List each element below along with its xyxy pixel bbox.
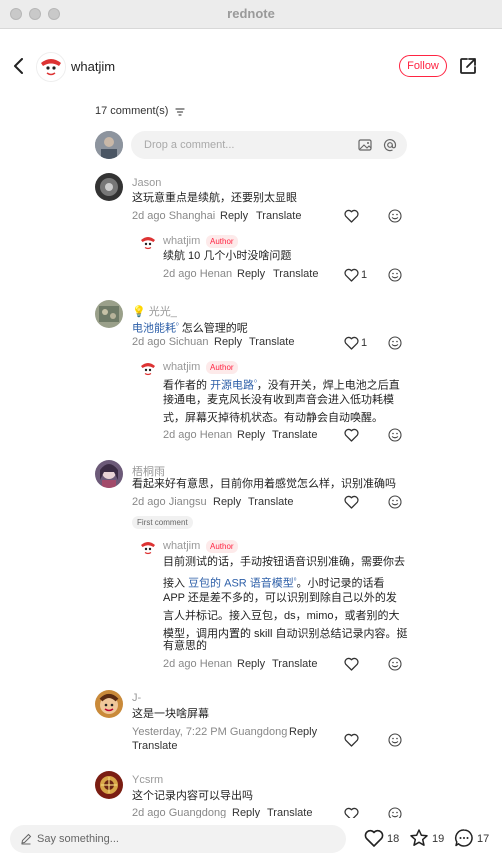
translate-button[interactable]: Translate (272, 429, 317, 441)
reply-meta: 2d ago Henan (163, 658, 233, 670)
like-count: 1 (361, 337, 368, 349)
reply-button[interactable]: Reply (220, 210, 248, 222)
comment-input[interactable]: Drop a comment... (131, 131, 407, 159)
comment-input-placeholder: Drop a comment... (144, 139, 235, 151)
window-titlebar: rednote (0, 0, 502, 29)
author-badge: Author (206, 540, 238, 553)
like-heart-icon[interactable] (344, 336, 359, 350)
image-icon[interactable] (358, 138, 372, 152)
commenter-name[interactable]: J- (132, 692, 141, 704)
author-name[interactable]: whatjim (71, 59, 115, 74)
comment-count-bottom: 17 (477, 833, 490, 845)
current-user-avatar (95, 131, 123, 159)
reply-text-line: APP 还是差不多的，可以识别到除自己以外的发 (163, 592, 397, 604)
reply-button[interactable]: Reply (213, 496, 241, 508)
reply-meta: 2d ago Henan (163, 268, 233, 280)
emoji-react-icon[interactable] (388, 733, 402, 747)
reply-text-line: 言人并标记。接入豆包，ds，mimo，或者别的大 (163, 610, 400, 622)
like-count: 18 (387, 833, 400, 845)
sort-icon[interactable] (175, 107, 185, 117)
comment-text: 这个记录内容可以导出吗 (132, 790, 253, 802)
search-link[interactable]: 电池能耗 (132, 323, 176, 335)
reply-author-name[interactable]: whatjim (163, 235, 200, 247)
like-heart-icon[interactable] (344, 657, 359, 671)
like-heart-icon[interactable] (344, 495, 359, 509)
reply-button[interactable]: Reply (214, 336, 242, 348)
emoji-react-icon[interactable] (388, 268, 402, 282)
reply-author-avatar[interactable] (138, 359, 158, 379)
star-collect-icon[interactable] (409, 828, 429, 848)
pencil-icon (21, 833, 32, 845)
like-heart-icon[interactable] (364, 828, 384, 848)
comment-meta: Yesterday, 7:22 PM Guangdong (132, 726, 288, 738)
comment-bubble-icon[interactable] (454, 828, 474, 848)
mention-icon[interactable] (383, 138, 397, 152)
like-heart-icon[interactable] (344, 209, 359, 223)
comment-text: 这是一块啥屏幕 (132, 708, 209, 720)
reply-author-avatar[interactable] (138, 233, 158, 253)
reply-author-avatar[interactable] (138, 538, 158, 558)
author-avatar[interactable] (36, 52, 66, 82)
translate-button[interactable]: Translate (273, 268, 318, 280)
reply-button[interactable]: Reply (237, 268, 265, 280)
reply-author-name[interactable]: whatjim (163, 361, 200, 373)
commenter-avatar[interactable] (95, 690, 123, 718)
reply-text-line: 目前测试的话，手动按钮语音识别准确，需要你去 (163, 556, 405, 568)
say-something-placeholder: Say something... (37, 833, 119, 845)
reply-author-name[interactable]: whatjim (163, 540, 200, 552)
commenter-avatar[interactable] (95, 300, 123, 328)
like-count: 1 (361, 269, 368, 281)
search-link[interactable]: 豆包的 ASR 语音模型 (188, 578, 294, 590)
translate-button[interactable]: Translate (256, 210, 301, 222)
emoji-react-icon[interactable] (388, 657, 402, 671)
reply-button[interactable]: Reply (237, 658, 265, 670)
reply-text-line: 有意思的 (163, 640, 207, 652)
commenter-avatar[interactable] (95, 173, 123, 201)
commenter-avatar[interactable] (95, 460, 123, 488)
like-heart-icon[interactable] (344, 268, 359, 282)
comment-meta: 2d ago Sichuan (132, 336, 209, 348)
commenter-name[interactable]: Ycsrm (132, 774, 163, 786)
emoji-react-icon[interactable] (388, 336, 402, 350)
post-header: whatjim Follow (0, 28, 502, 104)
reply-text-line: 接通电，麦克风长没有收到声音会进入低功耗模 (163, 394, 394, 406)
comment-text: 这玩意重点是续航，还要别太显眼 (132, 192, 297, 204)
say-something-input[interactable]: Say something... (10, 825, 346, 853)
comment-count: 17 comment(s) (95, 105, 169, 117)
reply-text-line: 式，屏幕灭掉待机状态。有动静会自动唤醒。 (163, 412, 383, 424)
translate-button[interactable]: Translate (132, 740, 177, 752)
first-comment-badge: First comment (132, 516, 193, 529)
comment-meta: 2d ago Jiangsu (132, 496, 207, 508)
reply-button[interactable]: Reply (289, 726, 317, 738)
translate-button[interactable]: Translate (272, 658, 317, 670)
emoji-react-icon[interactable] (388, 495, 402, 509)
reply-meta: 2d ago Henan (163, 429, 233, 441)
translate-button[interactable]: Translate (249, 336, 294, 348)
translate-button[interactable]: Translate (248, 496, 293, 508)
like-heart-icon[interactable] (344, 733, 359, 747)
back-arrow-icon[interactable] (12, 58, 26, 74)
like-heart-icon[interactable] (344, 428, 359, 442)
comment-text: 看起来好有意思，目前你用着感觉怎么样，识别准确吗 (132, 478, 396, 490)
bottom-action-bar: Say something... 18 19 17 (0, 818, 502, 859)
share-icon[interactable] (458, 56, 478, 76)
window-title: rednote (227, 6, 275, 21)
emoji-react-icon[interactable] (388, 428, 402, 442)
commenter-avatar[interactable] (95, 771, 123, 799)
reply-button[interactable]: Reply (237, 429, 265, 441)
emoji-react-icon[interactable] (388, 209, 402, 223)
comment-meta: 2d ago Shanghai (132, 210, 216, 222)
reply-text: 续航 10 几个小时没啥问题 (163, 250, 292, 262)
search-link[interactable]: 开源电路 (210, 380, 254, 392)
collect-count: 19 (432, 833, 445, 845)
follow-button[interactable]: Follow (399, 55, 447, 77)
commenter-name[interactable]: Jason (132, 177, 161, 189)
